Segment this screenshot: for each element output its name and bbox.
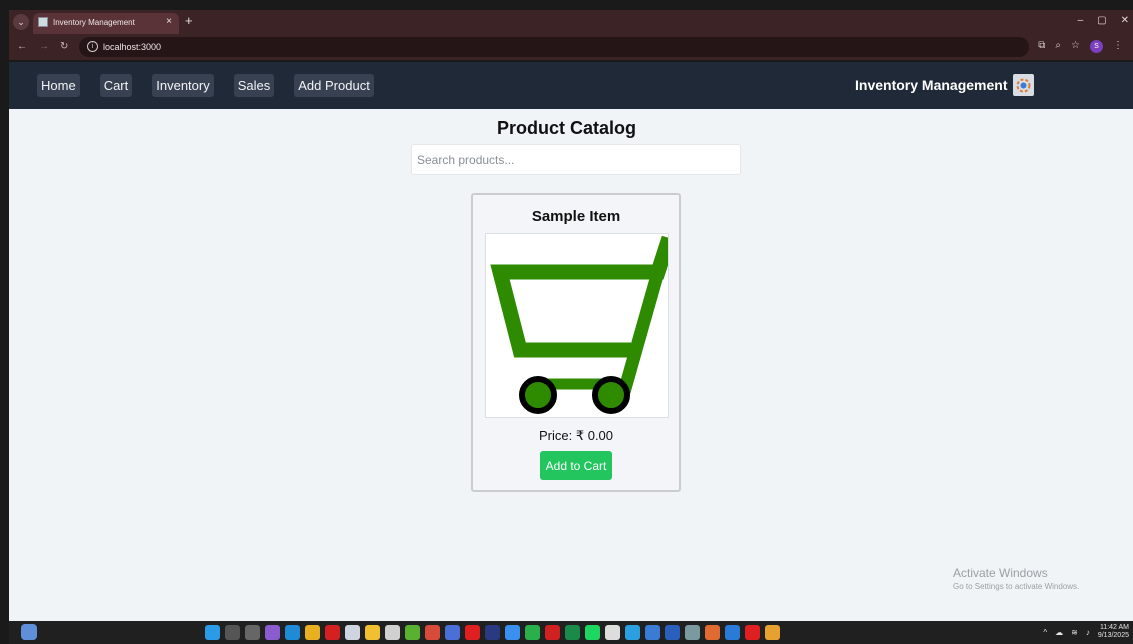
product-name: Sample Item [531,208,621,225]
edge-icon[interactable] [285,625,300,640]
pdf-icon[interactable] [545,625,560,640]
browser-icon[interactable] [705,625,720,640]
task-view-icon[interactable] [245,625,260,640]
youtube-icon[interactable] [745,625,760,640]
profile-avatar[interactable]: S [1090,40,1103,53]
add-to-cart-button[interactable]: Add to Cart [540,451,612,480]
tab-close-icon[interactable]: × [166,16,172,27]
product-price: Price: ₹ 0.00 [538,428,614,443]
browser-toolbar: ← → ↻ i localhost:3000 ⧉ ⌕ ☆ S ⋮ [9,34,1133,60]
minimize-icon[interactable]: – [1078,15,1084,26]
close-window-icon[interactable]: ✕ [1121,15,1129,26]
play-icon[interactable] [505,625,520,640]
page-content: Product Catalog Sample Item Price: ₹ 0.0… [9,109,1133,621]
activation-watermark: Activate Windows Go to Settings to activ… [953,566,1079,591]
app-icon[interactable] [565,625,580,640]
nav-cart[interactable]: Cart [99,74,133,97]
user-avatar-icon[interactable] [21,624,37,640]
menu-dots-icon[interactable]: ⋮ [1113,40,1123,53]
app-icon[interactable] [685,625,700,640]
word-icon[interactable] [665,625,680,640]
duolingo-icon[interactable] [405,625,420,640]
reload-icon[interactable]: ↻ [60,41,68,52]
photos-icon[interactable] [645,625,660,640]
watermark-title: Activate Windows [953,566,1048,580]
address-bar[interactable]: i localhost:3000 [79,37,1029,57]
gmail-icon[interactable] [425,625,440,640]
favicon-icon [38,17,48,27]
watermark-subtitle: Go to Settings to activate Windows. [953,582,1080,591]
zoom-icon[interactable]: ⌕ [1055,40,1061,53]
maximize-icon[interactable]: ▢ [1097,15,1106,26]
chatgpt-icon[interactable] [605,625,620,640]
clock-date: 9/13/2025 [1097,632,1129,639]
bookmark-star-icon[interactable]: ☆ [1071,40,1080,53]
chrome-icon[interactable] [305,625,320,640]
youtube-icon[interactable] [465,625,480,640]
app-navbar: Home Cart Inventory Sales Add Product In… [9,62,1133,109]
browser-tab[interactable]: Inventory Management × [33,13,179,34]
shopping-cart-icon [490,235,668,414]
browser-tabstrip: ⌄ Inventory Management × + – ▢ ✕ [9,10,1133,34]
chrome-active-icon[interactable] [765,625,780,640]
browser-actions: ⧉ ⌕ ☆ S ⋮ [1038,40,1123,53]
spotify-icon[interactable] [585,625,600,640]
clock[interactable]: 11:42 AM 9/13/2025 [1098,624,1129,640]
product-card: Sample Item Price: ₹ 0.00 Add to Cart [471,193,681,492]
app-icon[interactable] [445,625,460,640]
nav-add-product[interactable]: Add Product [294,74,374,97]
page-title: Product Catalog [496,118,636,138]
taskbar-apps [205,625,780,640]
nav-sales[interactable]: Sales [233,74,275,97]
telegram-icon[interactable] [625,625,640,640]
search-icon[interactable] [225,625,240,640]
back-icon[interactable]: ← [17,41,27,52]
app-icon[interactable] [485,625,500,640]
calendar-icon[interactable] [385,625,400,640]
url-text: localhost:3000 [103,42,162,52]
clock-time: 11:42 AM [1099,624,1129,631]
tab-title: Inventory Management [53,18,135,27]
new-tab-button[interactable]: + [185,13,193,28]
start-icon[interactable] [205,625,220,640]
window-controls: – ▢ ✕ [1078,15,1129,26]
vscode-icon[interactable] [725,625,740,640]
search-input[interactable] [411,144,741,175]
whatsapp-icon[interactable] [525,625,540,640]
site-info-icon[interactable]: i [87,41,98,52]
onedrive-icon[interactable]: ☁ [1055,628,1063,637]
opera-icon[interactable] [325,625,340,640]
wifi-icon[interactable]: ≋ [1071,628,1078,637]
nav-links: Home Cart Inventory Sales Add Product [37,74,394,97]
os-taskbar: ^ ☁ ≋ ♪ 11:42 AM 9/13/2025 [9,621,1133,644]
brand: Inventory Management [855,74,1035,96]
nav-inventory[interactable]: Inventory [152,74,214,97]
cast-icon[interactable]: ⧉ [1038,40,1045,53]
product-image [485,233,669,418]
copilot-icon[interactable] [265,625,280,640]
brand-logo-icon [1013,74,1035,96]
folder-icon[interactable] [365,625,380,640]
forward-icon[interactable]: → [39,41,49,52]
nav-home[interactable]: Home [37,74,80,97]
files-icon[interactable] [345,625,360,640]
system-tray: ^ ☁ ≋ ♪ 11:42 AM 9/13/2025 [1043,624,1129,640]
volume-icon[interactable]: ♪ [1086,628,1090,637]
chevron-up-icon[interactable]: ^ [1043,628,1047,637]
brand-title: Inventory Management [855,77,1008,93]
tab-search-icon[interactable]: ⌄ [13,14,29,30]
